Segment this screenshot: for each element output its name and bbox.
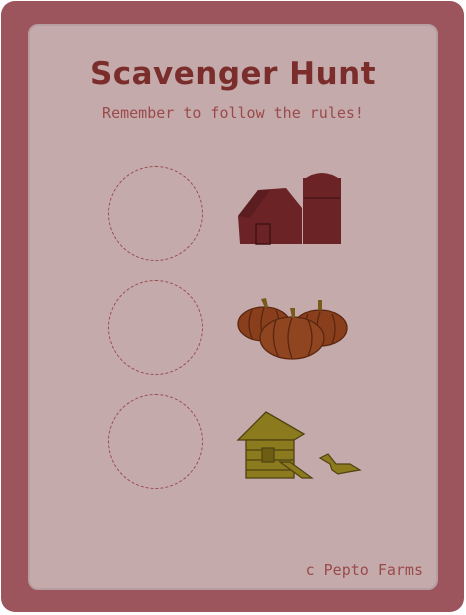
page-title: Scavenger Hunt (89, 56, 377, 92)
checkbox-circle-pumpkins[interactable] (108, 280, 203, 375)
subtitle: Remember to follow the rules! (102, 104, 364, 122)
barn-icon (236, 168, 346, 252)
credit-text: c Pepto Farms (305, 561, 423, 579)
checkbox-circle-chicken-coop[interactable] (108, 394, 203, 489)
checkbox-circle-barn[interactable] (108, 166, 203, 261)
pumpkins-icon (236, 296, 351, 368)
chicken-coop-icon (236, 408, 366, 490)
